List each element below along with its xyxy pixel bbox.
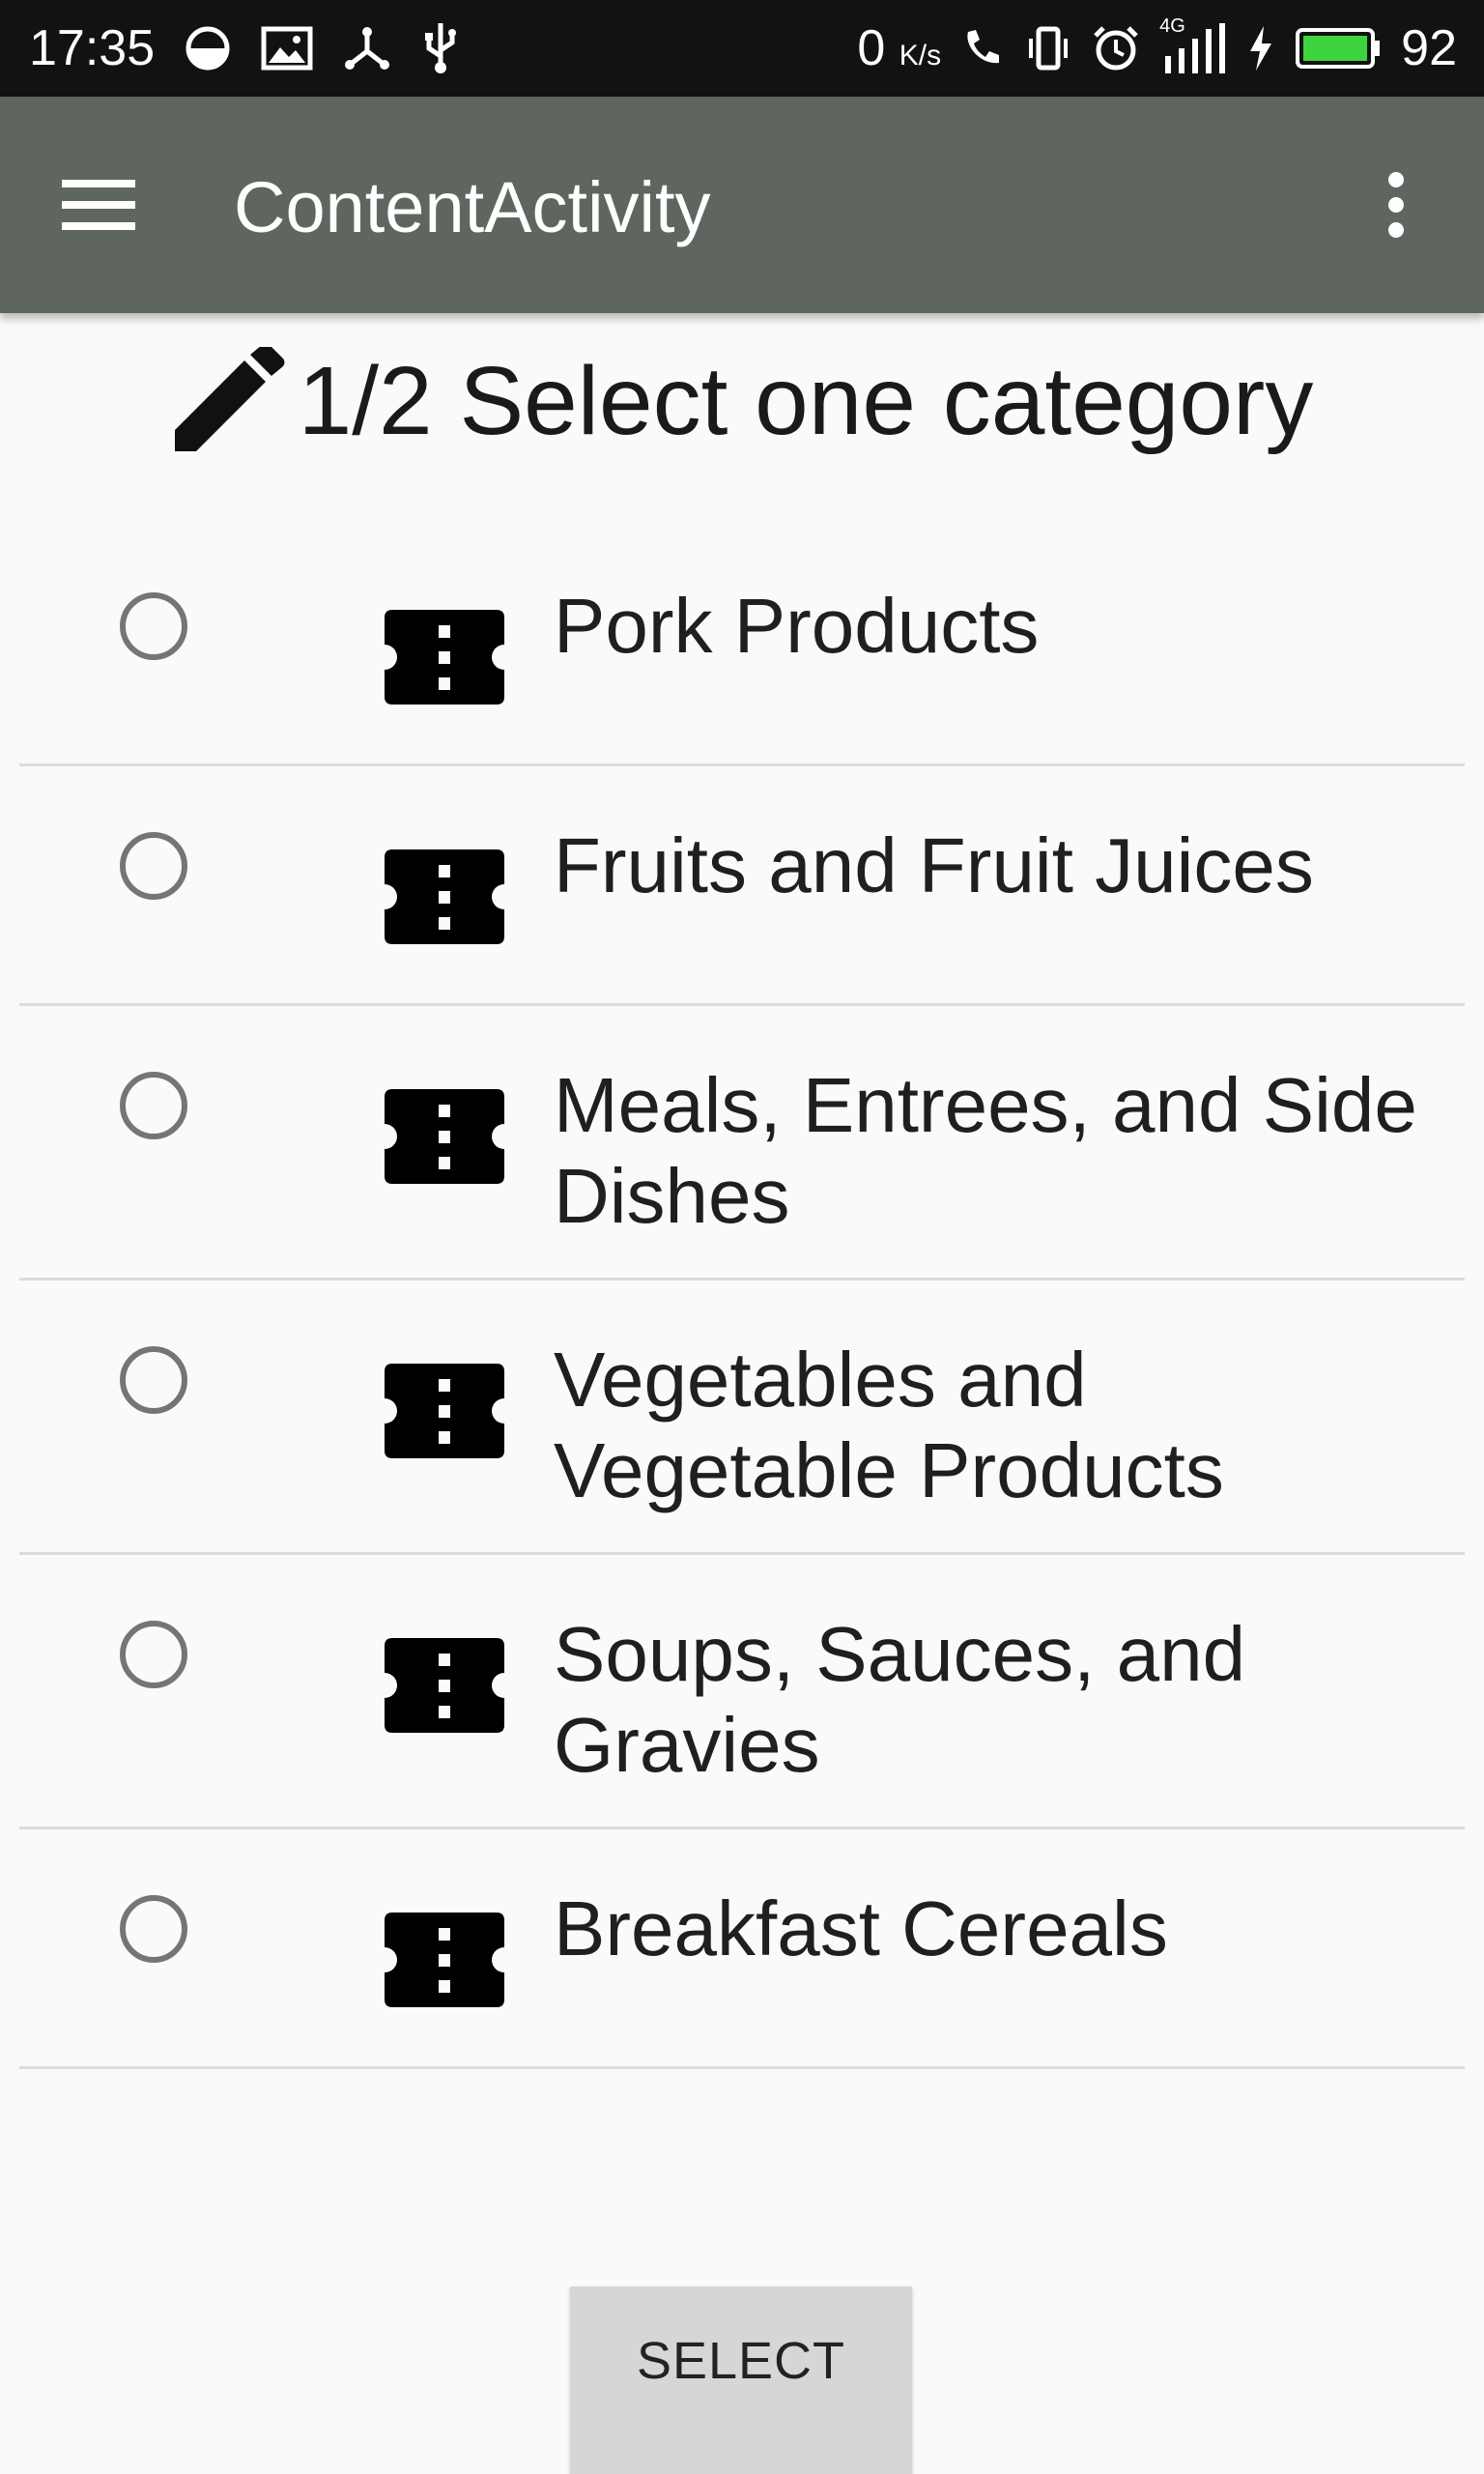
category-row[interactable]: Pork Products <box>19 527 1465 766</box>
ticket-icon <box>385 849 504 944</box>
share-icon <box>342 24 392 72</box>
radio-button[interactable] <box>120 1072 187 1139</box>
alarm-icon <box>1092 24 1140 72</box>
ticket-icon <box>385 1364 504 1458</box>
network-speed: 0 K/s <box>857 20 942 76</box>
usb-icon <box>421 21 460 75</box>
app-bar: ContentActivity <box>0 97 1484 313</box>
data-saver-icon <box>184 24 232 72</box>
battery-icon <box>1295 26 1382 71</box>
ticket-icon <box>385 1913 504 2007</box>
overflow-menu-button[interactable] <box>1353 157 1440 253</box>
category-label: Breakfast Cereals <box>554 1885 1168 1971</box>
category-label: Soups, Sauces, and Gravies <box>554 1611 1246 1788</box>
ticket-icon <box>385 610 504 705</box>
category-row[interactable]: Soups, Sauces, and Gravies <box>19 1555 1465 1829</box>
pencil-icon <box>174 347 285 451</box>
ticket-icon <box>385 1089 504 1184</box>
radio-button[interactable] <box>120 1895 187 1963</box>
radio-button[interactable] <box>120 1621 187 1688</box>
charging-icon <box>1246 24 1275 72</box>
category-row[interactable]: Breakfast Cereals <box>19 1829 1465 2069</box>
status-time: 17:35 <box>29 20 156 76</box>
phone-icon <box>960 26 1005 71</box>
radio-button[interactable] <box>120 1346 187 1414</box>
select-button[interactable]: SELECT <box>570 2287 912 2474</box>
image-icon <box>261 26 313 71</box>
category-label: Meals, Entrees, and Side Dishes <box>554 1062 1417 1239</box>
menu-button[interactable] <box>50 157 147 253</box>
battery-level: 92 <box>1401 20 1457 76</box>
category-row[interactable]: Meals, Entrees, and Side Dishes <box>19 1006 1465 1280</box>
category-row[interactable]: Fruits and Fruit Juices <box>19 766 1465 1006</box>
radio-button[interactable] <box>120 832 187 900</box>
vibrate-icon <box>1024 24 1072 72</box>
hamburger-menu-icon <box>62 180 135 230</box>
more-vert-icon <box>1388 172 1404 238</box>
app-title: ContentActivity <box>234 167 711 247</box>
category-list: Pork Products Fruits and Fruit Juices Me… <box>19 527 1465 2069</box>
category-label: Vegetables and Vegetable Products <box>554 1337 1224 1513</box>
radio-button[interactable] <box>120 592 187 660</box>
page-title: 1/2 Select one category <box>298 346 1314 455</box>
category-label: Fruits and Fruit Juices <box>554 822 1314 908</box>
category-label: Pork Products <box>554 583 1040 669</box>
signal-icon: 4G <box>1159 15 1227 75</box>
page-heading: 1/2 Select one category <box>0 333 1484 469</box>
status-bar: 17:35 0 K/s 4G 92 <box>0 0 1484 97</box>
category-row[interactable]: Vegetables and Vegetable Products <box>19 1280 1465 1555</box>
ticket-icon <box>385 1638 504 1733</box>
